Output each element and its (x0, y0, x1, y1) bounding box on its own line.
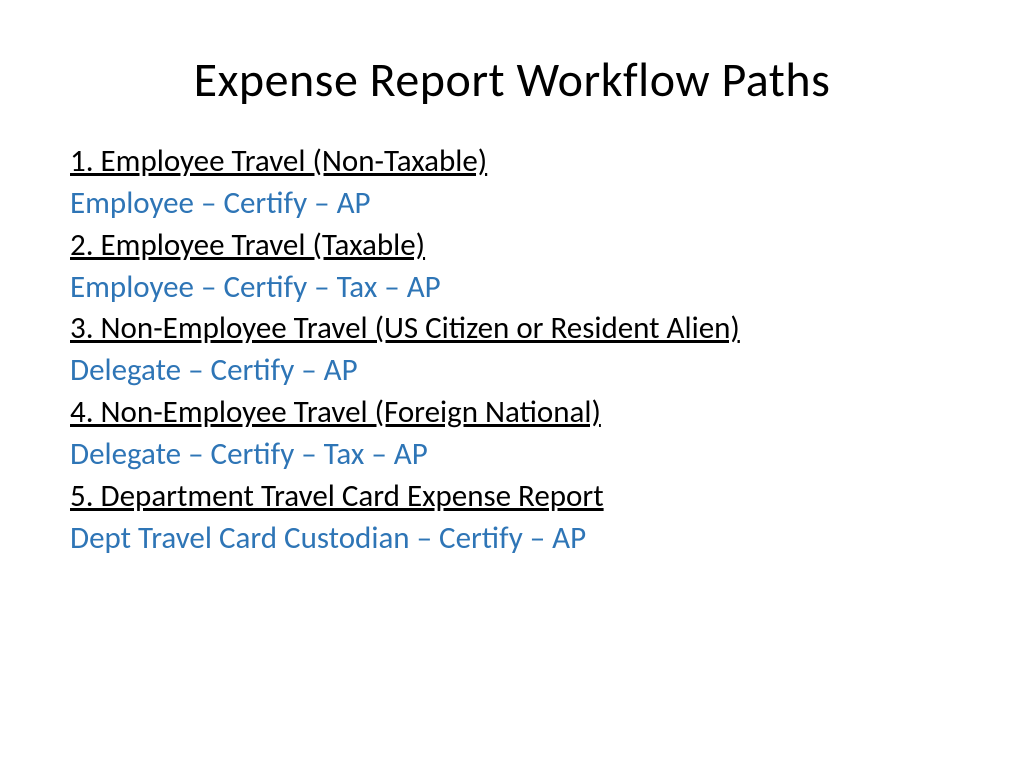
slide-body: 1. Employee Travel (Non-Taxable) Employe… (70, 141, 954, 559)
workflow-heading: 3. Non-Employee Travel (US Citizen or Re… (70, 308, 954, 350)
workflow-path: Employee – Certify – Tax – AP (70, 267, 954, 309)
workflow-path: Delegate – Certify – Tax – AP (70, 434, 954, 476)
workflow-path: Delegate – Certify – AP (70, 350, 954, 392)
workflow-path: Employee – Certify – AP (70, 183, 954, 225)
slide-title: Expense Report Workflow Paths (70, 50, 954, 109)
workflow-path: Dept Travel Card Custodian – Certify – A… (70, 518, 954, 560)
workflow-heading: 1. Employee Travel (Non-Taxable) (70, 141, 954, 183)
workflow-heading: 5. Department Travel Card Expense Report (70, 476, 954, 518)
workflow-heading: 4. Non-Employee Travel (Foreign National… (70, 392, 954, 434)
workflow-heading: 2. Employee Travel (Taxable) (70, 225, 954, 267)
